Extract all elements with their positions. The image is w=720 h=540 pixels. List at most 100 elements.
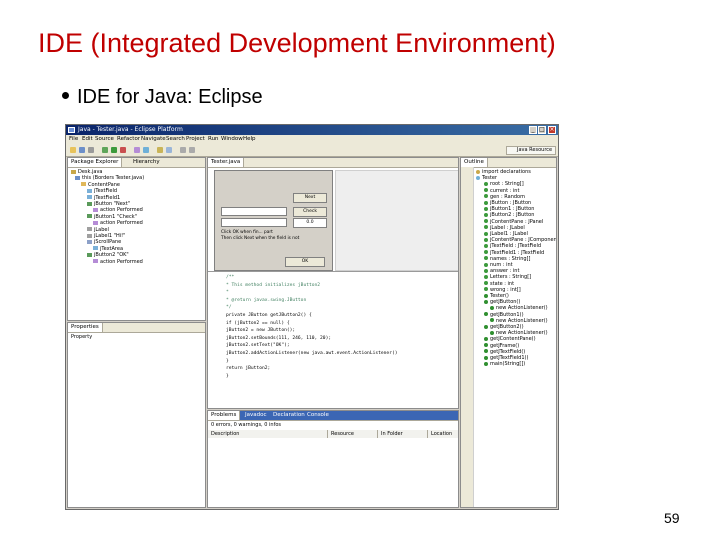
tab-outline[interactable]: Outline: [461, 158, 488, 167]
outline-item[interactable]: main(String[]): [484, 361, 525, 367]
code-line[interactable]: }: [226, 359, 229, 364]
outline-item[interactable]: new ActionListener(): [490, 330, 548, 336]
menu-project[interactable]: Project: [186, 136, 205, 142]
menu-file[interactable]: File: [69, 136, 78, 142]
code-line[interactable]: *: [226, 290, 229, 295]
outline-item[interactable]: Tester: [476, 175, 497, 181]
forward-icon[interactable]: [189, 147, 195, 153]
package-tree-item[interactable]: jButton "Next": [87, 201, 130, 207]
preview-check-button[interactable]: Check: [293, 207, 327, 217]
code-line[interactable]: jButton2.addActionListener(new java.awt.…: [226, 351, 397, 356]
tab-javadoc[interactable]: Javadoc: [242, 411, 270, 420]
col-in-folder[interactable]: In Folder: [378, 430, 428, 438]
outline-item[interactable]: current : int: [484, 188, 519, 194]
package-tree-item[interactable]: jTextField1: [87, 195, 120, 201]
new-package-icon[interactable]: [134, 147, 140, 153]
minimize-button[interactable]: _: [529, 126, 537, 134]
menu-search[interactable]: Search: [166, 136, 185, 142]
col-description[interactable]: Description: [208, 430, 328, 438]
tab-package-explorer[interactable]: Package Explorer: [68, 158, 123, 167]
outline-item[interactable]: jContentPane : JComponent: [484, 237, 556, 243]
code-line[interactable]: private JButton getJButton2() {: [226, 313, 312, 318]
col-location[interactable]: Location: [428, 430, 458, 438]
package-tree-item[interactable]: jButton2 "OK": [87, 252, 129, 258]
menu-edit[interactable]: Edit: [82, 136, 93, 142]
tab-properties[interactable]: Properties: [68, 323, 103, 332]
preview-next-button[interactable]: Next: [293, 193, 327, 203]
perspective-java[interactable]: Java: [517, 147, 528, 153]
perspective-resource[interactable]: Resource: [529, 147, 552, 153]
tab-hierarchy[interactable]: Hierarchy: [130, 158, 163, 167]
outline-item[interactable]: jTextField : JTextField: [484, 243, 541, 249]
code-line[interactable]: /**: [226, 275, 234, 280]
outline-item[interactable]: new ActionListener(): [490, 305, 548, 311]
package-tree-item[interactable]: ContentPane: [81, 182, 120, 188]
outline-item[interactable]: jButton : JButton: [484, 200, 531, 206]
package-tree-item[interactable]: this (Borders Tester.java): [75, 175, 144, 181]
outline-item[interactable]: getJButton2(): [484, 324, 524, 330]
tab-tester-java[interactable]: Tester.java: [208, 158, 245, 167]
menu-source[interactable]: Source: [95, 136, 114, 142]
run-icon[interactable]: [111, 147, 117, 153]
code-line[interactable]: jButton2 = new JButton();: [226, 328, 295, 333]
print-icon[interactable]: [88, 147, 94, 153]
open-type-icon[interactable]: [157, 147, 163, 153]
external-tools-icon[interactable]: [120, 147, 126, 153]
code-line[interactable]: return jButton2;: [226, 366, 270, 371]
outline-item[interactable]: getJContentPane(): [484, 336, 536, 342]
code-line[interactable]: jButton2.setText("OK");: [226, 343, 290, 348]
outline-item[interactable]: Tester(): [484, 293, 509, 299]
col-resource[interactable]: Resource: [328, 430, 378, 438]
maximize-button[interactable]: □: [538, 126, 546, 134]
outline-item[interactable]: Letters : String[]: [484, 274, 531, 280]
preview-text-field[interactable]: [221, 207, 287, 216]
outline-item[interactable]: names : String[]: [484, 256, 530, 262]
package-tree-item[interactable]: jTextArea: [93, 246, 123, 252]
new-class-icon[interactable]: [143, 147, 149, 153]
package-tree-item[interactable]: jTextField: [87, 188, 117, 194]
debug-icon[interactable]: [102, 147, 108, 153]
package-tree-item[interactable]: action Performed: [93, 259, 143, 265]
menu-window[interactable]: Window: [221, 136, 243, 142]
package-tree-item[interactable]: Desk.java: [71, 169, 103, 175]
new-icon[interactable]: [70, 147, 76, 153]
editor-splitter[interactable]: [208, 271, 458, 272]
close-button[interactable]: ×: [548, 126, 556, 134]
outline-item[interactable]: gen : Random: [484, 194, 525, 200]
outline-item[interactable]: new ActionListener(): [490, 318, 548, 324]
package-tree-item[interactable]: jScrollPane: [87, 239, 121, 245]
menu-run[interactable]: Run: [208, 136, 219, 142]
outline-item[interactable]: jLabel : JLabel: [484, 225, 525, 231]
outline-item[interactable]: jButton2 : JButton: [484, 212, 534, 218]
menu-refactor[interactable]: Refactor: [117, 136, 140, 142]
perspective-switcher[interactable]: Java Resource: [506, 146, 556, 155]
outline-item[interactable]: root : String[]: [484, 181, 524, 187]
preview-value-field[interactable]: 0.0: [293, 218, 327, 228]
outline-item[interactable]: state : int: [484, 281, 514, 287]
menu-help[interactable]: Help: [243, 136, 256, 142]
package-tree-item[interactable]: jLabel1 "Hi!": [87, 233, 125, 239]
tab-console[interactable]: Console: [304, 411, 332, 420]
outline-item[interactable]: getJTextField1(): [484, 355, 528, 361]
outline-item[interactable]: getJButton1(): [484, 312, 524, 318]
outline-item[interactable]: jContentPane : JPanel: [484, 219, 543, 225]
package-tree-item[interactable]: action Performed: [93, 220, 143, 226]
code-line[interactable]: */: [226, 305, 232, 310]
code-line[interactable]: if (jButton2 == null) {: [226, 321, 290, 326]
outline-item[interactable]: wrong : int[]: [484, 287, 521, 293]
code-line[interactable]: * This method initializes jButton2: [226, 283, 320, 288]
outline-item[interactable]: import declarations: [476, 169, 531, 175]
outline-item[interactable]: getJFrame(): [484, 343, 519, 349]
back-icon[interactable]: [180, 147, 186, 153]
menu-navigate[interactable]: Navigate: [141, 136, 166, 142]
package-tree-item[interactable]: jButton1 "Check": [87, 214, 137, 220]
tab-declaration[interactable]: Declaration: [270, 411, 308, 420]
outline-item[interactable]: answer : int: [484, 268, 519, 274]
outline-item[interactable]: getJButton(): [484, 299, 520, 305]
outline-item[interactable]: jButton1 : JButton: [484, 206, 534, 212]
preview-ok-button[interactable]: OK: [285, 257, 325, 267]
code-line[interactable]: jButton2.setBounds(111, 246, 110, 20);: [226, 336, 331, 341]
outline-item[interactable]: getJTextField(): [484, 349, 525, 355]
code-line[interactable]: }: [226, 374, 229, 379]
save-icon[interactable]: [79, 147, 85, 153]
